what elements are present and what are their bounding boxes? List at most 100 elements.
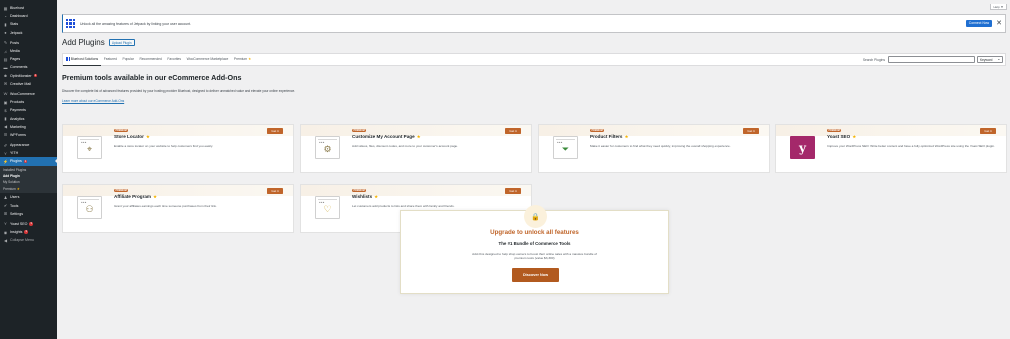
sidebar-item-label: Tools bbox=[10, 203, 19, 208]
sidebar-item-appearance[interactable]: ✐ Appearance bbox=[0, 141, 57, 149]
sidebar-item-jetpack[interactable]: ● Jetpack bbox=[0, 29, 57, 37]
get-it-button[interactable]: Get it bbox=[505, 127, 521, 134]
sidebar-item-label: Appearance bbox=[10, 143, 30, 148]
discover-now-button[interactable]: Discover Now bbox=[512, 268, 559, 282]
optinmonster-icon: ☻ bbox=[3, 73, 8, 79]
card-description: Grant your affiliates earnings each time… bbox=[114, 204, 217, 208]
sidebar-item-label: Media bbox=[10, 49, 20, 54]
tab-popular[interactable]: Popular bbox=[120, 53, 137, 66]
tab-bluehost-solutions[interactable]: Bluehost Solutions bbox=[63, 53, 101, 66]
sidebar-item-woocommerce[interactable]: W WooCommerce bbox=[0, 90, 57, 98]
addon-card: ● ● ● ⏷ PREMIUM Product Filters ★ Make it… bbox=[538, 124, 770, 173]
get-it-button[interactable]: Get it bbox=[980, 127, 996, 134]
plugin-filter-bar: Bluehost Solutions Featured Popular Reco… bbox=[62, 53, 1006, 66]
sidebar-item-yoast-seo[interactable]: Y Yoast SEO 3 bbox=[0, 220, 57, 228]
bluehost-grid-icon bbox=[65, 57, 70, 61]
upgrade-modal: 🔒 Upgrade to unlock all features The #1 … bbox=[400, 205, 669, 294]
card-description: Improve your WordPress SEO: Write better… bbox=[827, 144, 995, 148]
notification-badge: 3 bbox=[24, 230, 28, 234]
get-it-button[interactable]: Get it bbox=[267, 127, 283, 134]
sidebar-item-creative-mail[interactable]: ✉ Creative Mail bbox=[0, 80, 57, 88]
sidebar-item-comments[interactable]: ▬ Comments bbox=[0, 63, 57, 71]
notification-badge: 3 bbox=[29, 222, 34, 226]
sidebar-item-media[interactable]: ♫ Media bbox=[0, 47, 57, 55]
addon-card: y PREMIUM Yoast SEO ★ Improve your WordP… bbox=[775, 124, 1007, 173]
learn-more-link[interactable]: Learn more about our eCommerce Add-Ons bbox=[62, 99, 124, 103]
card-title-text: Affiliate Program bbox=[114, 194, 152, 199]
sidebar-item-settings[interactable]: ⊞ Settings bbox=[0, 210, 57, 218]
tab-recommended[interactable]: Recommended bbox=[137, 53, 165, 66]
help-tab[interactable]: Help ▼ bbox=[990, 4, 1007, 10]
search-type-select[interactable]: Keyword bbox=[977, 56, 1003, 63]
sidebar-item-analytics[interactable]: ▮ Analytics bbox=[0, 114, 57, 122]
jetpack-icon: ● bbox=[4, 30, 7, 36]
lock-icon: 🔒 bbox=[531, 213, 540, 221]
sidebar-item-label: Jetpack bbox=[10, 30, 23, 35]
sidebar-item-products[interactable]: ▣ Products bbox=[0, 98, 57, 106]
card-title: Yoast SEO ★ bbox=[827, 134, 856, 139]
card-header-band bbox=[301, 185, 531, 196]
insights-icon: ◉ bbox=[3, 229, 8, 235]
card-title-text: Customize My Account Page bbox=[352, 134, 415, 139]
get-it-button[interactable]: Get it bbox=[743, 127, 759, 134]
connect-now-button[interactable]: Connect Now bbox=[965, 20, 993, 27]
appearance-icon: ✐ bbox=[3, 142, 8, 148]
sidebar-item-users[interactable]: ♟ Users bbox=[0, 193, 57, 201]
sidebar-item-bluehost[interactable]: ▦ Bluehost bbox=[0, 4, 57, 12]
sidebar-item-dashboard[interactable]: ◔ Dashboard bbox=[0, 12, 57, 20]
submenu-item-premium[interactable]: Premium★ bbox=[0, 186, 57, 192]
sidebar-item-payments[interactable]: $ Payments bbox=[0, 106, 57, 114]
sidebar-item-optinmonster[interactable]: ☻ OptinMonster 1 bbox=[0, 72, 57, 80]
wishlist-icon: ● ● ● ♡ bbox=[315, 196, 340, 219]
settings-icon: ⊞ bbox=[3, 211, 8, 217]
sidebar-item-label: Payments bbox=[10, 108, 26, 113]
close-icon[interactable]: ✕ bbox=[996, 20, 1002, 27]
page-title: Add Plugins bbox=[62, 38, 105, 47]
sidebar-item-label: Collapse Menu bbox=[10, 238, 34, 243]
submenu-item-label: Premium bbox=[3, 186, 16, 191]
users-icon: ♟ bbox=[3, 194, 8, 200]
addon-card: ● ● ● ⚙ PREMIUM Customize My Account Page… bbox=[300, 124, 532, 173]
card-title-text: Yoast SEO bbox=[827, 134, 851, 139]
sidebar-item-pages[interactable]: ▤ Pages bbox=[0, 55, 57, 63]
tab-label: Premium bbox=[233, 57, 248, 61]
notification-badge: 1 bbox=[23, 159, 28, 164]
sidebar-item-plugins[interactable]: ⚡ Plugins 1 bbox=[0, 157, 57, 166]
tab-premium[interactable]: Premium ★ bbox=[231, 53, 254, 66]
yoast-icon: Y bbox=[4, 221, 7, 227]
sidebar-item-label: Comments bbox=[10, 65, 28, 70]
sidebar-item-label: YITH bbox=[10, 151, 19, 156]
payments-icon: $ bbox=[4, 107, 7, 113]
star-icon: ★ bbox=[16, 186, 20, 191]
addon-card: ● ● ● ⌖ PREMIUM Store Locator ★ Enable a … bbox=[62, 124, 294, 173]
sidebar-item-label: Plugins bbox=[10, 159, 22, 164]
card-title-text: Wishlists bbox=[352, 194, 373, 199]
tab-featured[interactable]: Featured bbox=[101, 53, 120, 66]
star-icon: ★ bbox=[852, 134, 857, 139]
tab-woocommerce-marketplace[interactable]: WooCommerce Marketplace bbox=[184, 53, 231, 66]
sidebar-item-posts[interactable]: ✎ Posts bbox=[0, 39, 57, 47]
premium-badge: PREMIUM bbox=[827, 129, 842, 133]
get-it-button[interactable]: Get it bbox=[505, 187, 521, 194]
grid-icon: ▦ bbox=[3, 5, 8, 11]
sidebar-item-insights[interactable]: ◉ Insights 3 bbox=[0, 228, 57, 236]
active-indicator bbox=[55, 159, 57, 164]
search-plugins-input[interactable] bbox=[888, 56, 975, 63]
sidebar-item-wpforms[interactable]: ☰ WPForms bbox=[0, 131, 57, 139]
sidebar-item-yith[interactable]: Y YITH bbox=[0, 149, 57, 157]
sidebar-item-label: Stats bbox=[10, 22, 19, 27]
affiliate-icon: ● ● ● ⚇ bbox=[77, 196, 102, 219]
card-header-band bbox=[539, 125, 769, 136]
tab-favorites[interactable]: Favorites bbox=[165, 53, 184, 66]
get-it-button[interactable]: Get it bbox=[267, 187, 283, 194]
sidebar-item-collapse-menu[interactable]: ◀ Collapse Menu bbox=[0, 236, 57, 244]
sidebar-item-stats[interactable]: ▮ Stats bbox=[0, 20, 57, 28]
sidebar-item-label: WPForms bbox=[10, 132, 26, 137]
sidebar-item-tools[interactable]: ✔ Tools bbox=[0, 202, 57, 210]
collapse-icon: ◀ bbox=[3, 237, 8, 243]
card-title: Wishlists ★ bbox=[352, 194, 378, 199]
sidebar-item-marketing[interactable]: ◀ Marketing bbox=[0, 123, 57, 131]
tab-label: Bluehost Solutions bbox=[70, 56, 99, 61]
yoast-logo-icon: y bbox=[790, 136, 815, 159]
upload-plugin-button[interactable]: Upload Plugin bbox=[108, 39, 135, 46]
